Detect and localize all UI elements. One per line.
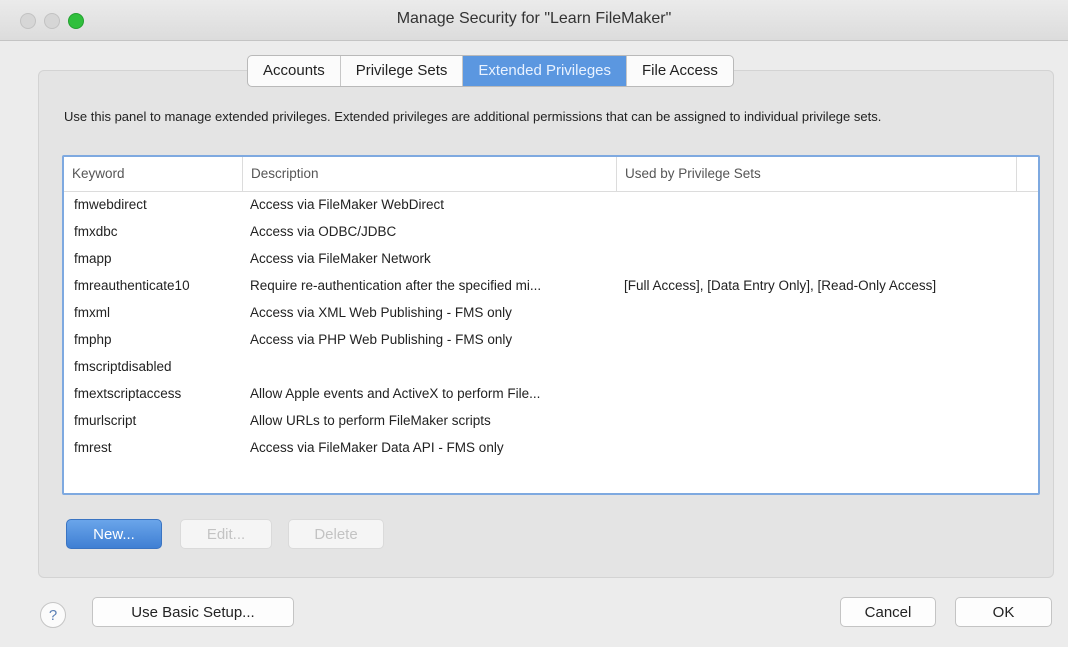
description-cell: Access via FileMaker Network [250, 251, 431, 266]
column-header-spacer [1016, 157, 1038, 191]
table-row[interactable]: fmapp Access via FileMaker Network [64, 245, 1038, 272]
table-row[interactable]: fmwebdirect Access via FileMaker WebDire… [64, 191, 1038, 218]
column-header-description[interactable]: Description [242, 157, 616, 191]
window-title: Manage Security for "Learn FileMaker" [396, 10, 672, 27]
table-row[interactable]: fmextscriptaccess Allow Apple events and… [64, 380, 1038, 407]
cancel-button[interactable]: Cancel [840, 597, 936, 627]
table-row[interactable]: fmreauthenticate10 Require re-authentica… [64, 272, 1038, 299]
table-row[interactable]: fmphp Access via PHP Web Publishing - FM… [64, 326, 1038, 353]
tab-privilege-sets[interactable]: Privilege Sets [341, 56, 464, 86]
tab-accounts[interactable]: Accounts [248, 56, 341, 86]
keyword-cell: fmxdbc [74, 224, 118, 239]
ok-button[interactable]: OK [955, 597, 1052, 627]
table-row[interactable]: fmurlscript Allow URLs to perform FileMa… [64, 407, 1038, 434]
used-by-cell: [Full Access], [Data Entry Only], [Read-… [624, 278, 937, 293]
edit-button[interactable]: Edit... [180, 519, 272, 549]
keyword-cell: fmurlscript [74, 413, 137, 428]
tab-file-access[interactable]: File Access [627, 56, 733, 86]
keyword-cell: fmwebdirect [74, 197, 147, 212]
description-cell: Access via ODBC/JDBC [250, 224, 397, 239]
table-row[interactable]: fmxdbc Access via ODBC/JDBC [64, 218, 1038, 245]
title-bar: Manage Security for "Learn FileMaker" [0, 0, 1068, 41]
keyword-cell: fmxml [74, 305, 110, 320]
keyword-cell: fmrest [74, 440, 112, 455]
help-button[interactable]: ? [40, 602, 66, 628]
description-cell: Access via FileMaker Data API - FMS only [250, 440, 504, 455]
keyword-cell: fmscriptdisabled [74, 359, 172, 374]
table-header: Keyword Description Used by Privilege Se… [64, 157, 1038, 192]
description-cell: Access via PHP Web Publishing - FMS only [250, 332, 513, 347]
delete-button[interactable]: Delete [288, 519, 384, 549]
panel-description: Use this panel to manage extended privil… [64, 109, 882, 124]
column-header-keyword[interactable]: Keyword [64, 157, 242, 191]
column-header-used-by[interactable]: Used by Privilege Sets [616, 157, 1016, 191]
extended-privileges-table[interactable]: Keyword Description Used by Privilege Se… [62, 155, 1040, 495]
description-cell: Access via XML Web Publishing - FMS only [250, 305, 512, 320]
keyword-cell: fmextscriptaccess [74, 386, 182, 401]
table-row[interactable]: fmrest Access via FileMaker Data API - F… [64, 434, 1038, 461]
description-cell: Require re-authentication after the spec… [250, 278, 542, 293]
keyword-cell: fmphp [74, 332, 112, 347]
keyword-cell: fmapp [74, 251, 112, 266]
table-row[interactable]: fmxml Access via XML Web Publishing - FM… [64, 299, 1038, 326]
keyword-cell: fmreauthenticate10 [74, 278, 190, 293]
tab-extended-privileges[interactable]: Extended Privileges [463, 56, 627, 86]
new-button[interactable]: New... [66, 519, 162, 549]
use-basic-setup-button[interactable]: Use Basic Setup... [92, 597, 294, 627]
description-cell: Access via FileMaker WebDirect [250, 197, 445, 212]
description-cell: Allow URLs to perform FileMaker scripts [250, 413, 491, 428]
tab-bar: Accounts Privilege Sets Extended Privile… [247, 55, 734, 87]
table-body: fmwebdirect Access via FileMaker WebDire… [64, 191, 1038, 461]
description-cell: Allow Apple events and ActiveX to perfor… [250, 386, 541, 401]
table-row[interactable]: fmscriptdisabled [64, 353, 1038, 380]
